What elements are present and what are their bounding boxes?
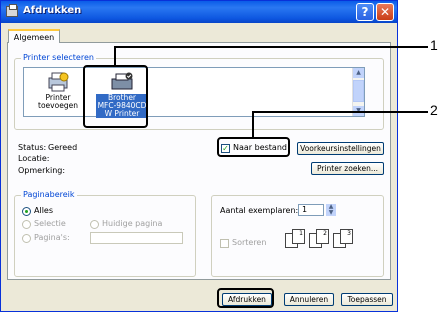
add-printer-label-2: toevoegen — [38, 101, 78, 110]
callout-2-number: 2 — [430, 102, 438, 118]
status-value: Gereed — [48, 143, 78, 152]
tab-algemeen[interactable]: Algemeen — [8, 29, 60, 43]
printer-select-legend: Printer selecteren — [21, 53, 96, 62]
general-panel: Printer selecteren Printer toevoegen Bro… — [7, 42, 391, 280]
pages-input[interactable] — [90, 232, 183, 244]
callout-1-number: 1 — [430, 37, 438, 53]
find-printer-button[interactable]: Printer zoeken... — [311, 162, 384, 175]
printer-icon — [6, 4, 18, 17]
collate-page-icon: 1 — [292, 229, 305, 244]
printer-list[interactable]: Printer toevoegen Brother MFC-9840CD W P… — [23, 67, 365, 118]
callout-1-highlight — [83, 65, 148, 128]
scroll-thumb[interactable] — [353, 80, 364, 102]
collate-page-icon: 3 — [340, 229, 353, 244]
location-label: Locatie: — [18, 154, 50, 163]
radio-all-label: Alles — [34, 206, 54, 215]
add-printer-icon — [46, 72, 70, 92]
title-bar: Afdrukken ? ✕ — [1, 1, 397, 23]
copies-label: Aantal exemplaren: — [220, 206, 299, 215]
scroll-up-arrow-icon[interactable]: ▲ — [353, 68, 364, 78]
preferences-button[interactable]: Voorkeursinstellingen — [297, 142, 384, 155]
copies-spinner[interactable]: ▲ ▼ — [326, 204, 336, 216]
radio-current-page[interactable] — [90, 220, 99, 229]
collate-page-icon: 2 — [316, 229, 329, 244]
callout-1-connector — [114, 46, 116, 66]
radio-pages[interactable] — [22, 234, 31, 243]
callout-2-highlight — [217, 137, 290, 157]
collate-checkbox[interactable] — [220, 239, 229, 248]
add-printer-item[interactable]: Printer toevoegen — [32, 70, 84, 116]
status-label: Status: — [18, 143, 47, 152]
help-button[interactable]: ? — [356, 3, 374, 21]
copies-input[interactable]: 1 — [298, 204, 324, 216]
radio-selection-label: Selectie — [34, 219, 66, 228]
printer-select-group: Printer selecteren Printer toevoegen Bro… — [14, 53, 384, 130]
close-button[interactable]: ✕ — [376, 3, 394, 21]
printer-list-scrollbar[interactable]: ▲ ▼ — [352, 68, 364, 116]
callout-2-line — [252, 111, 428, 113]
radio-selection[interactable] — [22, 220, 31, 229]
callout-2-connector — [252, 111, 254, 138]
apply-button[interactable]: Toepassen — [341, 293, 393, 306]
callout-1-line — [114, 46, 428, 48]
print-button-highlight — [217, 288, 274, 308]
window-title: Afdrukken — [23, 5, 82, 16]
collate-label: Sorteren — [232, 238, 267, 247]
radio-current-page-label: Huidige pagina — [102, 219, 163, 228]
page-range-legend: Paginabereik — [21, 190, 77, 199]
cancel-button[interactable]: Annuleren — [284, 293, 334, 306]
radio-all[interactable] — [22, 207, 31, 216]
comment-label: Opmerking: — [18, 166, 66, 175]
radio-pages-label: Pagina's: — [34, 233, 70, 242]
